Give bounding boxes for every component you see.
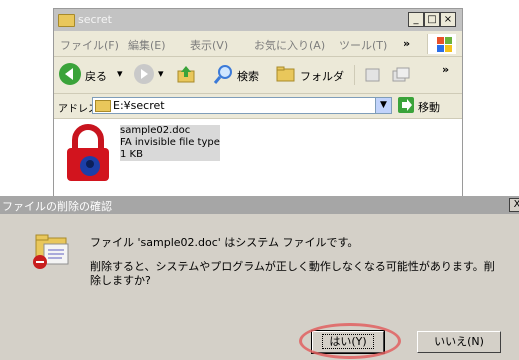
menu-file[interactable]: ファイル(F) (60, 37, 119, 53)
toolbar: 戻る ▾ ▾ 検索 フォルダ » (54, 57, 462, 94)
folder-icon (95, 100, 111, 112)
address-bar: アドレス(D) E:¥secret ▼ 移動 (54, 94, 462, 119)
explorer-title-bar[interactable]: secret _ □ × (54, 9, 462, 31)
file-list: sample02.doc FA invisible file type 1 KB (54, 119, 462, 199)
minimize-button[interactable]: _ (408, 12, 424, 27)
menu-more[interactable]: » (403, 37, 410, 50)
toolbar-more[interactable]: » (442, 63, 449, 76)
menu-bar: ファイル(F) 編集(E) 表示(V) お気に入り(A) ツール(T) » (54, 32, 462, 57)
explorer-window: secret _ □ × ファイル(F) 編集(E) 表示(V) お気に入り(A… (53, 8, 463, 199)
forward-arrow-icon[interactable] (134, 64, 154, 84)
address-value: E:¥secret (113, 99, 165, 112)
toolbar-separator (354, 65, 355, 85)
forward-dropdown-icon[interactable]: ▾ (158, 67, 164, 80)
maximize-button[interactable]: □ (424, 12, 440, 27)
menu-tools[interactable]: ツール(T) (339, 37, 387, 53)
folders-label[interactable]: フォルダ (300, 68, 344, 84)
menu-view[interactable]: 表示(V) (190, 37, 228, 53)
address-dropdown-icon[interactable]: ▼ (375, 98, 391, 113)
back-label[interactable]: 戻る (85, 68, 107, 84)
windows-logo-icon (427, 34, 456, 54)
go-label[interactable]: 移動 (418, 99, 440, 115)
up-folder-icon[interactable] (176, 64, 196, 84)
file-name: sample02.doc (120, 125, 191, 136)
copy-to-icon[interactable] (391, 65, 411, 85)
dialog-message-secondary: 削除すると、システムやプログラムが正しく動作しなくなる可能性があります。削除しま… (90, 260, 495, 287)
delete-confirm-dialog: ファイルの削除の確認 X ファイル 'sample02.doc' はシステム フ… (0, 196, 519, 360)
back-arrow-icon[interactable] (59, 63, 81, 85)
file-type: FA invisible file type (120, 137, 220, 148)
move-to-icon[interactable] (363, 65, 383, 85)
dialog-message-primary: ファイル 'sample02.doc' はシステム ファイルです。 (90, 236, 359, 249)
delete-file-icon (32, 230, 76, 274)
explorer-title: secret (78, 13, 112, 26)
menu-favorites[interactable]: お気に入り(A) (254, 37, 325, 53)
close-button[interactable]: × (440, 12, 456, 27)
menu-edit[interactable]: 編集(E) (128, 37, 166, 53)
no-button[interactable]: いいえ(N) (417, 331, 501, 353)
address-field[interactable]: E:¥secret ▼ (92, 97, 392, 114)
file-details: sample02.doc FA invisible file type 1 KB (120, 125, 220, 161)
highlight-circle (299, 323, 401, 359)
folders-icon[interactable] (275, 64, 297, 84)
dialog-title: ファイルの削除の確認 (2, 200, 112, 213)
folder-icon (58, 14, 75, 27)
back-dropdown-icon[interactable]: ▾ (117, 67, 123, 80)
go-arrow-icon[interactable] (398, 97, 414, 113)
file-item[interactable]: sample02.doc FA invisible file type 1 KB (54, 119, 314, 189)
dialog-title-bar[interactable]: ファイルの削除の確認 X (0, 196, 519, 214)
no-button-label: いいえ(N) (434, 335, 484, 348)
dialog-close-button[interactable]: X (509, 198, 519, 212)
search-icon[interactable] (212, 63, 234, 85)
file-size: 1 KB (120, 149, 143, 160)
lock-icon (64, 124, 112, 182)
search-label[interactable]: 検索 (237, 68, 259, 84)
